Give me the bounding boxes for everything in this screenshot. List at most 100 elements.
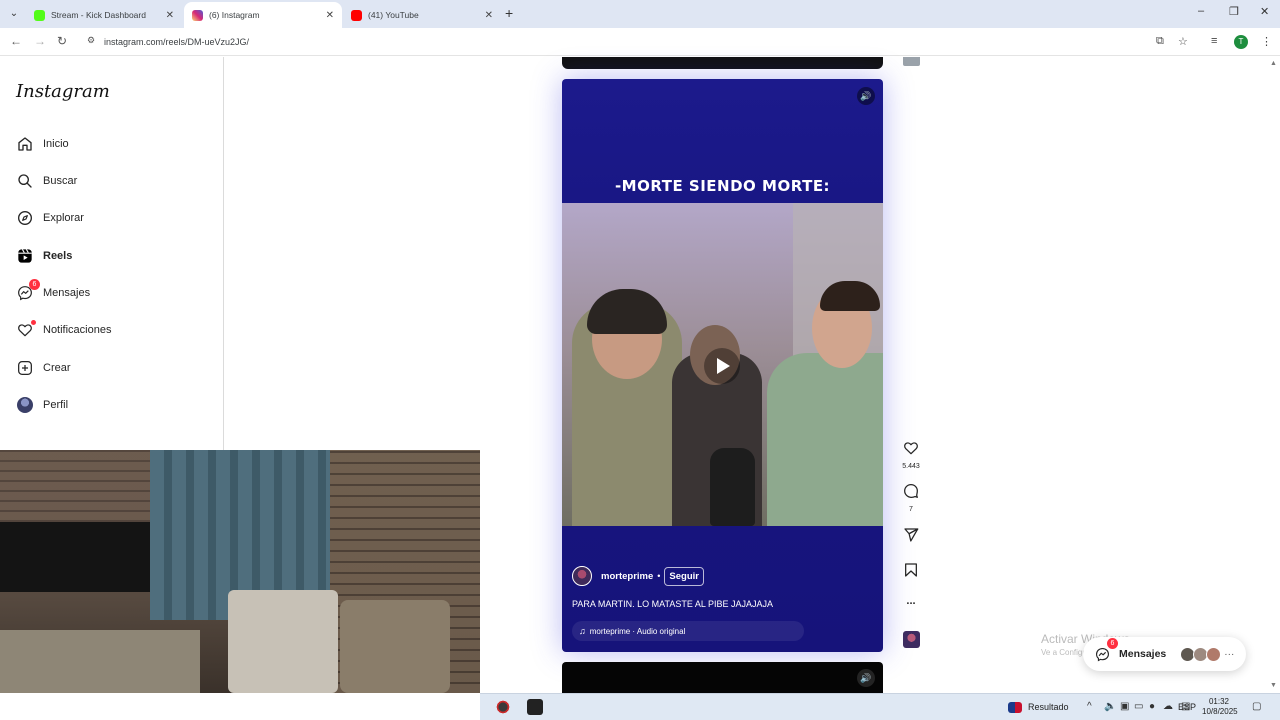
recent-contacts <box>1180 646 1222 662</box>
reel-audio[interactable]: ♫ morteprime · Audio original <box>572 621 804 641</box>
home-icon <box>16 135 34 153</box>
music-note-icon: ♫ <box>579 626 586 636</box>
url-text[interactable]: instagram.com/reels/DM-ueVzu2JG/ <box>104 37 249 47</box>
sidebar-item-label: Perfil <box>43 399 69 411</box>
epic-games-icon[interactable] <box>527 699 543 715</box>
speaker-icon[interactable]: 🔈 <box>1104 701 1116 712</box>
mlb-icon[interactable] <box>1008 702 1022 713</box>
news-widget-label[interactable]: Resultado <box>1028 702 1069 712</box>
sidebar-item-notificaciones[interactable]: Notificaciones <box>16 318 206 342</box>
plus-square-icon <box>16 359 34 377</box>
instagram-favicon-icon <box>192 9 203 21</box>
sidebar-item-inicio[interactable]: Inicio <box>16 132 206 156</box>
clock[interactable]: 01:32 10/8/2025 <box>1202 697 1238 717</box>
tab-kick[interactable]: Stream - Kick Dashboard ✕ <box>26 2 182 28</box>
browser-menu-icon[interactable]: ⋮ <box>1261 35 1272 48</box>
play-icon[interactable] <box>704 348 740 384</box>
more-options-icon[interactable]: ... <box>896 595 926 607</box>
profile-avatar[interactable]: T <box>1234 35 1248 49</box>
mic-icon[interactable]: ● <box>1149 701 1155 712</box>
sidebar-item-label: Notificaciones <box>43 324 112 336</box>
sidebar-item-label: Inicio <box>43 138 69 150</box>
tab-youtube[interactable]: (41) YouTube ✕ <box>343 2 501 28</box>
tab-search-chevron-icon[interactable]: ⌄ <box>6 6 22 22</box>
previous-audio-thumbnail[interactable] <box>903 57 920 66</box>
youtube-favicon-icon <box>351 9 362 21</box>
media-control-icon[interactable]: ≡ <box>1211 35 1217 47</box>
back-icon[interactable]: ← <box>10 34 22 48</box>
comment-count: 7 <box>909 506 913 513</box>
sidebar-item-buscar[interactable]: Buscar <box>16 169 206 193</box>
display-icon[interactable]: ▭ <box>1134 701 1143 712</box>
tab-instagram[interactable]: (6) Instagram ✕ <box>184 2 342 28</box>
volume-icon[interactable]: 🔊 <box>857 669 875 687</box>
instagram-sidebar: Instagram Inicio Buscar Explorar Reels 6… <box>0 57 224 450</box>
sidebar-item-label: Mensajes <box>43 287 91 299</box>
notifications-icon[interactable]: ▢ <box>1252 701 1261 712</box>
reel-caption[interactable]: PARA MARTIN. LO MATASTE AL PIBE JAJAJAJA <box>572 599 773 609</box>
search-icon <box>16 172 34 190</box>
onedrive-icon[interactable]: ☁ <box>1163 701 1173 712</box>
bookmark-icon <box>905 563 917 577</box>
notification-dot <box>31 320 36 325</box>
sidebar-item-explorar[interactable]: Explorar <box>16 206 206 230</box>
install-app-icon[interactable]: ⧉ <box>1156 35 1164 48</box>
minimize-icon[interactable]: – <box>1198 5 1204 17</box>
audio-thumbnail[interactable] <box>903 631 920 648</box>
clock-date: 10/8/2025 <box>1202 707 1238 716</box>
reel-player[interactable]: 🔊 -MORTE SIENDO MORTE: morteprime • Segu… <box>562 79 883 652</box>
sidebar-item-label: Crear <box>43 362 71 374</box>
messages-pill-badge: 6 <box>1107 638 1118 649</box>
kick-favicon-icon <box>34 9 45 21</box>
tab-title: (6) Instagram <box>209 10 260 20</box>
like-action[interactable]: 5.443 <box>896 440 926 470</box>
previous-reel[interactable] <box>562 57 883 69</box>
comment-action[interactable]: 7 <box>896 483 926 513</box>
site-settings-icon[interactable]: ⚙ <box>87 35 95 46</box>
volume-icon[interactable]: 🔊 <box>857 87 875 105</box>
messenger-icon: 6 <box>1093 638 1118 663</box>
sidebar-item-crear[interactable]: Crear <box>16 356 206 380</box>
scroll-down-arrow-icon[interactable]: ▼ <box>1270 682 1277 689</box>
sidebar-item-label: Reels <box>43 250 73 262</box>
tab-title: (41) YouTube <box>368 10 419 20</box>
save-action[interactable] <box>896 562 926 583</box>
more-icon: ··· <box>1224 648 1235 660</box>
share-action[interactable] <box>896 527 926 548</box>
language-indicator[interactable]: ESP <box>1178 702 1196 712</box>
messages-badge: 6 <box>29 279 40 290</box>
sidebar-item-perfil[interactable]: Perfil <box>16 393 206 417</box>
forward-icon[interactable]: → <box>34 34 46 48</box>
sidebar-item-label: Explorar <box>43 212 84 224</box>
tray-chevron-icon[interactable]: ^ <box>1087 701 1092 712</box>
close-tab-icon[interactable]: ✕ <box>166 10 174 21</box>
close-window-icon[interactable]: ✕ <box>1260 5 1269 18</box>
restore-icon[interactable]: ❐ <box>1229 5 1239 18</box>
comment-icon <box>904 484 918 498</box>
reel-video-frame[interactable] <box>562 203 883 526</box>
taskbar: Resultado ^ 🔈 ▣ ▭ ● ☁ ▤ ESP 01:32 10/8/2… <box>480 693 1280 720</box>
messages-pill[interactable]: 6 Mensajes ··· <box>1083 637 1246 671</box>
close-tab-icon[interactable]: ✕ <box>485 10 493 21</box>
heart-icon <box>904 442 918 455</box>
device-icon[interactable]: ▣ <box>1120 701 1129 712</box>
close-tab-icon[interactable]: ✕ <box>326 10 334 21</box>
follow-button[interactable]: Seguir <box>664 566 704 586</box>
omnibox[interactable]: ⚙ instagram.com/reels/DM-ueVzu2JG/ <box>80 31 1197 53</box>
sidebar-item-mensajes[interactable]: 6 Mensajes <box>16 279 206 305</box>
reload-icon[interactable]: ↻ <box>57 34 67 48</box>
bookmark-star-icon[interactable]: ☆ <box>1178 35 1188 48</box>
profile-avatar-icon <box>16 396 34 414</box>
next-reel[interactable]: 🔊 <box>562 662 883 693</box>
obs-icon[interactable] <box>495 699 511 715</box>
author-username[interactable]: morteprime <box>601 571 653 582</box>
heart-icon <box>16 320 36 339</box>
new-tab-icon[interactable]: + <box>505 5 513 21</box>
scroll-up-arrow-icon[interactable]: ▲ <box>1270 60 1277 67</box>
tab-title: Stream - Kick Dashboard <box>51 10 146 20</box>
reels-icon <box>16 247 34 265</box>
sidebar-item-reels[interactable]: Reels <box>16 244 206 268</box>
author-avatar[interactable] <box>572 566 592 586</box>
instagram-logo[interactable]: Instagram <box>16 81 110 102</box>
compass-icon <box>16 209 34 227</box>
